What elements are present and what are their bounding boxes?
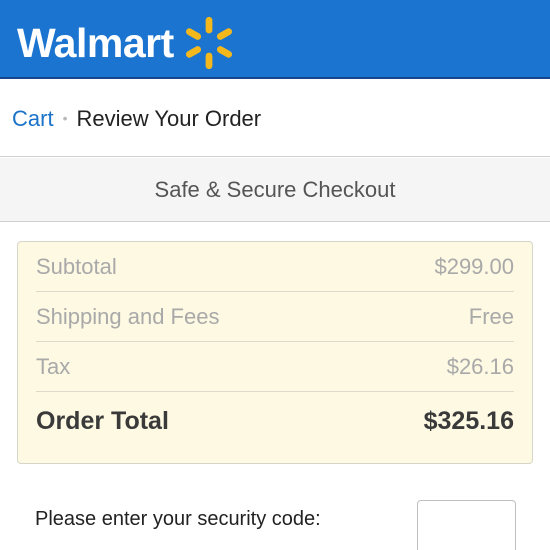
walmart-spark-icon <box>185 16 232 70</box>
breadcrumb-separator: • <box>62 109 68 126</box>
order-summary: Subtotal $299.00 Shipping and Fees Free … <box>17 241 533 464</box>
page-title: Review Your Order <box>76 105 262 131</box>
summary-label: Shipping and Fees <box>36 303 220 329</box>
summary-label: Subtotal <box>36 253 117 279</box>
breadcrumb-cart-link[interactable]: Cart <box>12 106 54 132</box>
summary-value: Free <box>468 303 514 329</box>
summary-row-subtotal: Subtotal $299.00 <box>36 242 514 292</box>
summary-label: Tax <box>36 353 71 379</box>
order-total-value: $325.16 <box>423 406 514 435</box>
security-code-label: Please enter your security code: <box>35 508 321 530</box>
security-code-input[interactable] <box>417 500 516 550</box>
brand-name: Walmart <box>17 20 174 66</box>
summary-value: $26.16 <box>446 353 514 379</box>
summary-value: $299.00 <box>434 253 514 279</box>
order-total-label: Order Total <box>36 406 169 435</box>
summary-row-shipping: Shipping and Fees Free <box>36 292 514 342</box>
walmart-logo[interactable]: Walmart <box>17 14 238 72</box>
app-header: Walmart <box>0 0 550 79</box>
summary-row-tax: Tax $26.16 <box>36 342 514 392</box>
secure-checkout-banner: Safe & Secure Checkout <box>0 158 550 222</box>
breadcrumb: Cart • Review Your Order <box>0 81 550 157</box>
summary-row-order-total: Order Total $325.16 <box>36 392 514 450</box>
